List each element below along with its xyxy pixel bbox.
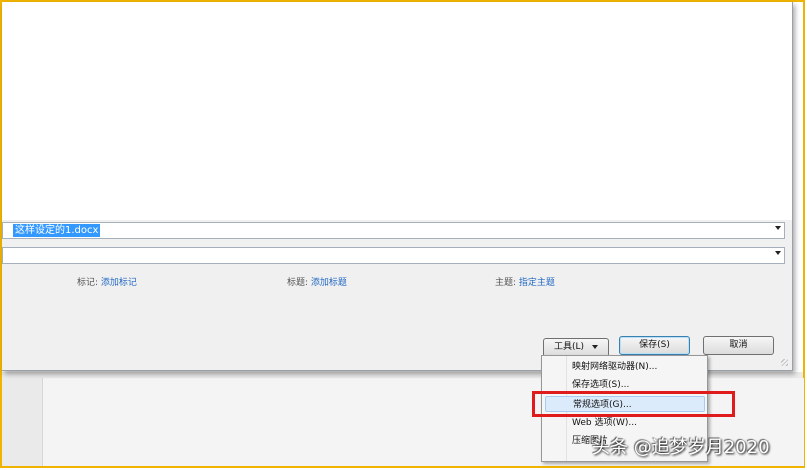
save-type-select[interactable] bbox=[2, 247, 785, 264]
file-name-value: 这样设定的1.docx bbox=[13, 224, 101, 237]
title-label: 标题: bbox=[287, 278, 309, 288]
add-tags-link[interactable]: 添加标记 bbox=[101, 278, 137, 288]
subject-label: 主题: bbox=[495, 278, 517, 288]
file-name-input[interactable]: 这样设定的1.docx bbox=[2, 222, 785, 239]
highlight-annotation-box bbox=[532, 391, 735, 417]
menu-item-map-network-drive[interactable]: 映射网络驱动器(N)... bbox=[572, 359, 657, 375]
cancel-button-label: 取消 bbox=[729, 340, 748, 350]
file-list-pane[interactable] bbox=[2, 2, 790, 220]
title-field: 标题: 添加标题 bbox=[287, 275, 347, 288]
subject-field: 主题: 指定主题 bbox=[495, 275, 555, 288]
tags-label: 标记: bbox=[77, 278, 99, 288]
cancel-button[interactable]: 取消 bbox=[703, 336, 774, 355]
resize-grip[interactable] bbox=[781, 359, 788, 366]
add-title-link[interactable]: 添加标题 bbox=[311, 278, 347, 288]
save-as-dialog: 这样设定的1.docx 标记: 添加标记 标题: 添加标题 主题: 指定主题 工… bbox=[2, 2, 793, 371]
save-button-label: 保存(S) bbox=[639, 340, 670, 350]
tools-button-label: 工具(L) bbox=[553, 342, 585, 352]
caret-down-icon bbox=[592, 344, 599, 349]
set-subject-link[interactable]: 指定主题 bbox=[519, 278, 555, 288]
menu-item-web-options[interactable]: Web 选项(W)... bbox=[572, 415, 637, 431]
watermark-text: 头条 @追梦岁月2020 bbox=[592, 437, 770, 458]
chevron-down-icon[interactable] bbox=[775, 226, 781, 230]
tags-field: 标记: 添加标记 bbox=[77, 275, 137, 288]
save-button[interactable]: 保存(S) bbox=[619, 336, 690, 355]
chevron-down-icon[interactable] bbox=[775, 251, 781, 255]
